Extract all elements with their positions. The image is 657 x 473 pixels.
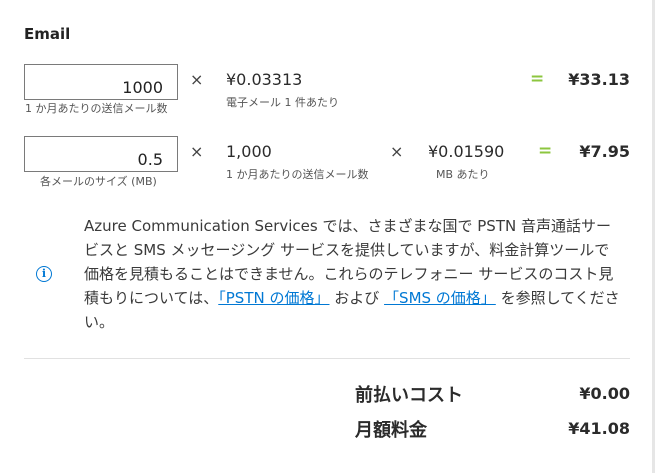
monthly-cost-label: 月額料金 <box>355 420 427 441</box>
multiply-operator: × <box>190 142 204 161</box>
info-icon: i <box>36 266 52 282</box>
sms-pricing-link[interactable]: 「SMS の価格」 <box>384 289 496 307</box>
section-title: Email <box>24 25 71 43</box>
multiply-operator: × <box>390 142 404 161</box>
price-per-mb: ¥0.01590 <box>428 142 505 161</box>
equals-operator: = <box>538 141 553 161</box>
email-size-caption: 各メールのサイズ (MB) <box>40 175 157 188</box>
upfront-cost-value: ¥0.00 <box>579 384 630 403</box>
email-count-cost: ¥33.13 <box>568 70 630 89</box>
pstn-pricing-link[interactable]: 「PSTN の価格」 <box>218 289 329 307</box>
info-message: Azure Communication Services では、さまざまな国で … <box>84 214 620 334</box>
emails-per-month-caption: 1 か月あたりの送信メール数 <box>25 102 168 115</box>
emails-per-month-input[interactable] <box>24 64 178 100</box>
emails-per-month-value-caption: 1 か月あたりの送信メール数 <box>226 168 369 181</box>
multiply-operator: × <box>190 70 204 89</box>
info-text-part: および <box>329 289 385 307</box>
divider <box>24 358 630 359</box>
price-per-email-caption: 電子メール 1 件あたり <box>226 96 339 109</box>
equals-operator: = <box>530 69 545 89</box>
panel-right-border <box>652 0 655 473</box>
price-per-email: ¥0.03313 <box>226 70 303 89</box>
email-size-cost: ¥7.95 <box>579 142 630 161</box>
monthly-cost-value: ¥41.08 <box>568 419 630 438</box>
email-size-input[interactable] <box>24 136 178 172</box>
price-per-mb-caption: MB あたり <box>436 168 490 181</box>
emails-per-month-value: 1,000 <box>226 142 272 161</box>
upfront-cost-label: 前払いコスト <box>355 385 463 406</box>
